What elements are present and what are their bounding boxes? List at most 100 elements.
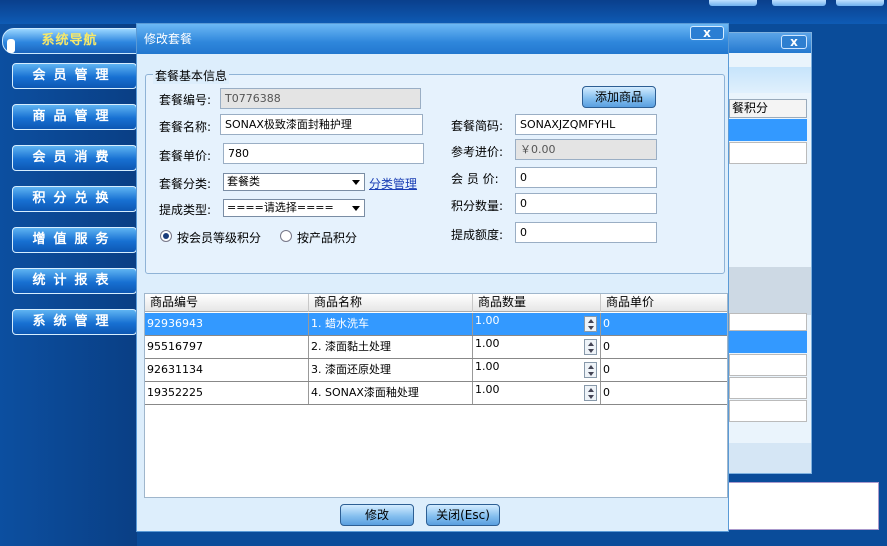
member-price-label: 会 员 价: — [451, 172, 499, 186]
column-header-price[interactable]: 商品单价 — [601, 294, 727, 312]
nav-header-label: 系统导航 — [41, 33, 98, 48]
package-code-label: 套餐编号: — [159, 93, 212, 107]
spin-down-icon[interactable] — [588, 326, 594, 330]
chevron-down-icon — [352, 206, 360, 211]
commission-type-value: ====请选择==== — [227, 201, 334, 214]
background-panel — [728, 482, 879, 530]
category-manage-link[interactable]: 分类管理 — [369, 175, 417, 192]
spin-up-icon[interactable] — [588, 319, 594, 323]
column-header-name[interactable]: 商品名称 — [309, 294, 473, 312]
cell-qty[interactable]: 1.00 — [473, 382, 601, 404]
spin-down-icon[interactable] — [588, 395, 594, 399]
modify-button[interactable]: 修改 — [340, 504, 414, 526]
package-code-field[interactable]: T0776388 — [220, 88, 421, 109]
spin-down-icon[interactable] — [588, 349, 594, 353]
table-row[interactable]: 19352225 4. SONAX漆面釉处理 1.00 0 — [145, 382, 727, 405]
cell-qty[interactable]: 1.00 — [473, 359, 601, 381]
nav-notch-icon — [7, 39, 15, 53]
cell-price[interactable]: 0 — [601, 313, 727, 335]
close-button[interactable]: 关闭(Esc) — [426, 504, 500, 526]
background-row[interactable] — [729, 142, 807, 164]
column-header-qty[interactable]: 商品数量 — [473, 294, 601, 312]
commission-type-label: 提成类型: — [159, 203, 212, 217]
background-footer — [725, 443, 811, 473]
points-label: 积分数量: — [451, 199, 504, 213]
points-field[interactable]: 0 — [515, 193, 657, 214]
radio-product[interactable] — [280, 230, 292, 242]
package-price-label: 套餐单价: — [159, 149, 212, 163]
table-row[interactable]: 92936943 1. 蜡水洗车 1.00 0 — [145, 313, 727, 336]
spin-down-icon[interactable] — [588, 372, 594, 376]
package-abbr-label: 套餐简码: — [451, 119, 504, 133]
ref-price-label: 参考进价: — [451, 145, 504, 159]
cell-name: 2. 漆面黏土处理 — [309, 336, 473, 358]
commission-field[interactable]: 0 — [515, 222, 657, 243]
cell-price[interactable]: 0 — [601, 359, 727, 381]
radio-member-level[interactable] — [160, 230, 172, 242]
cell-price[interactable]: 0 — [601, 336, 727, 358]
background-toolbar — [725, 67, 811, 93]
nav-header: 系统导航 — [2, 28, 137, 54]
add-product-button[interactable]: 添加商品 — [582, 86, 656, 108]
package-category-value: 套餐类 — [227, 175, 260, 188]
member-price-field[interactable]: 0 — [515, 167, 657, 188]
cell-qty[interactable]: 1.00 — [473, 313, 601, 335]
cell-price[interactable]: 0 — [601, 382, 727, 404]
nav-item-points[interactable]: 积分兑换 — [12, 186, 137, 212]
nav-item-system[interactable]: 系统管理 — [12, 309, 137, 335]
commission-label: 提成额度: — [451, 228, 504, 242]
product-table: 商品编号 商品名称 商品数量 商品单价 92936943 1. 蜡水洗车 1.0… — [144, 293, 728, 498]
top-bar — [0, 0, 887, 24]
qty-spinner[interactable] — [584, 339, 597, 355]
nav-item-consume[interactable]: 会员消费 — [12, 145, 137, 171]
cell-name: 1. 蜡水洗车 — [309, 313, 473, 335]
nav-item-member[interactable]: 会员管理 — [12, 63, 137, 89]
qty-spinner[interactable] — [584, 316, 597, 332]
radio-product-label: 按产品积分 — [297, 231, 358, 245]
cell-name: 4. SONAX漆面釉处理 — [309, 382, 473, 404]
nav-item-product[interactable]: 商品管理 — [12, 104, 137, 130]
spin-up-icon[interactable] — [588, 342, 594, 346]
table-row[interactable]: 95516797 2. 漆面黏土处理 1.00 0 — [145, 336, 727, 359]
ref-price-field[interactable]: ￥0.00 — [515, 139, 657, 160]
background-close-button[interactable]: x — [781, 35, 807, 49]
nav-sidebar: 系统导航 会员管理 商品管理 会员消费 积分兑换 增值服务 统计报表 系统管理 — [0, 24, 137, 546]
package-name-field[interactable]: SONAX极致漆面封釉护理 — [220, 114, 423, 135]
nav-item-reports[interactable]: 统计报表 — [12, 268, 137, 294]
nav-item-value-added[interactable]: 增值服务 — [12, 227, 137, 253]
table-row[interactable]: 92631134 3. 漆面还原处理 1.00 0 — [145, 359, 727, 382]
package-category-select[interactable]: 套餐类 — [223, 173, 365, 191]
column-header-code[interactable]: 商品编号 — [145, 294, 309, 312]
radio-member-level-label: 按会员等级积分 — [177, 231, 262, 245]
qty-spinner[interactable] — [584, 362, 597, 378]
chevron-down-icon — [352, 180, 360, 185]
background-selected-row[interactable] — [729, 119, 807, 141]
background-divider — [725, 267, 811, 315]
dialog-close-button[interactable]: x — [690, 26, 724, 40]
top-button-1[interactable] — [709, 0, 757, 6]
table-header: 商品编号 商品名称 商品数量 商品单价 — [145, 294, 727, 312]
cell-code: 92936943 — [145, 313, 309, 335]
package-abbr-field[interactable]: SONAXJZQMFYHL — [515, 114, 657, 135]
package-price-field[interactable]: 780 — [223, 143, 424, 164]
spin-up-icon[interactable] — [588, 388, 594, 392]
background-column-header: 餐积分 — [729, 99, 807, 118]
qty-spinner[interactable] — [584, 385, 597, 401]
package-category-label: 套餐分类: — [159, 177, 212, 191]
top-button-2[interactable] — [772, 0, 826, 6]
cell-code: 92631134 — [145, 359, 309, 381]
background-row[interactable] — [729, 377, 807, 399]
background-selected-row-2[interactable] — [729, 331, 807, 353]
edit-package-dialog: 修改套餐 x 套餐基本信息 套餐编号: T0776388 套餐名称: SONAX… — [136, 23, 729, 532]
background-row[interactable] — [729, 313, 807, 331]
background-row[interactable] — [729, 400, 807, 422]
top-button-3[interactable] — [836, 0, 884, 6]
cell-qty[interactable]: 1.00 — [473, 336, 601, 358]
cell-code: 19352225 — [145, 382, 309, 404]
commission-type-select[interactable]: ====请选择==== — [223, 199, 365, 217]
dialog-title: 修改套餐 — [137, 24, 728, 54]
spin-up-icon[interactable] — [588, 365, 594, 369]
package-name-label: 套餐名称: — [159, 120, 212, 134]
cell-code: 95516797 — [145, 336, 309, 358]
background-row[interactable] — [729, 354, 807, 376]
